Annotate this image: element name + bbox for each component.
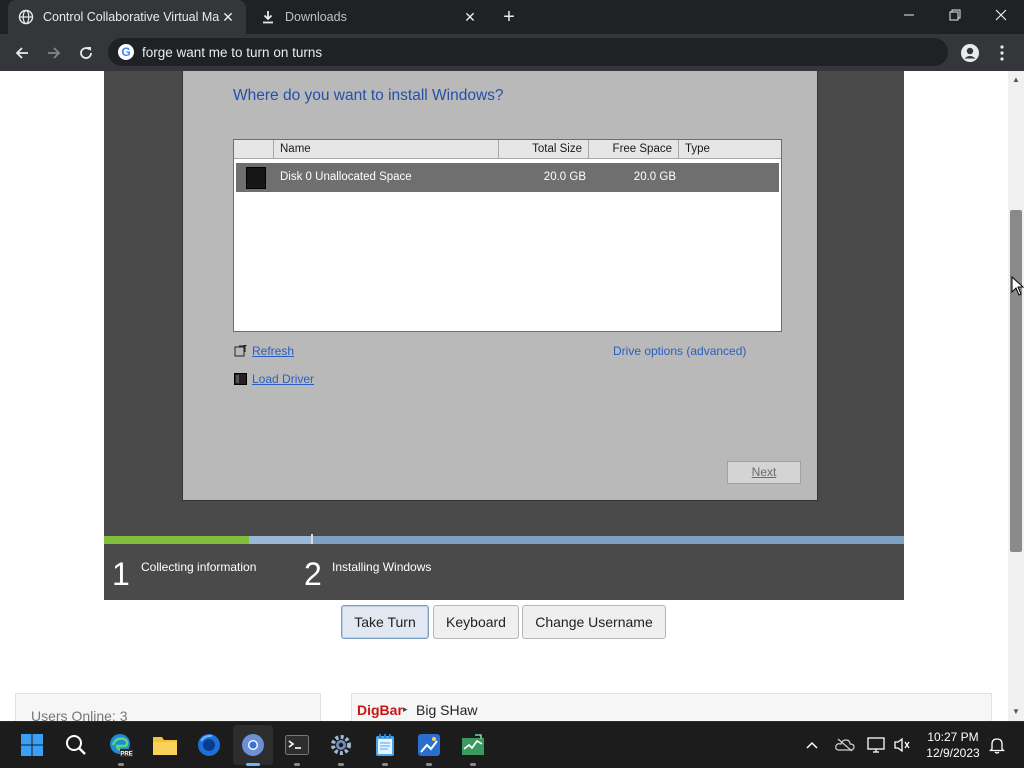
close-tab-icon[interactable]: ✕ — [220, 9, 236, 25]
forward-button[interactable] — [40, 39, 68, 67]
start-icon[interactable] — [19, 732, 45, 758]
setup-heading: Where do you want to install Windows? — [233, 87, 504, 104]
notepad-icon[interactable] — [372, 732, 398, 758]
next-button[interactable]: Next — [727, 461, 801, 484]
task-manager-icon[interactable] — [460, 732, 486, 758]
page-viewport: Where do you want to install Windows? Na… — [0, 71, 1008, 721]
address-text: forge want me to turn on turns — [142, 44, 323, 60]
refresh-icon — [234, 345, 247, 357]
name-column-header[interactable]: Name — [274, 140, 499, 159]
firefox-icon[interactable] — [196, 732, 222, 758]
change-username-button[interactable]: Change Username — [522, 605, 666, 639]
load-driver-icon — [234, 373, 247, 385]
next-label: Next — [751, 465, 777, 479]
new-tab-button[interactable]: + — [497, 5, 521, 29]
paint-icon[interactable] — [416, 732, 442, 758]
keyboard-button[interactable]: Keyboard — [433, 605, 519, 639]
scroll-up-icon[interactable]: ▲ — [1012, 75, 1020, 84]
clock-date: 12/9/2023 — [926, 746, 980, 760]
network-icon[interactable] — [866, 735, 886, 755]
settings-running-indicator — [338, 763, 344, 766]
browser-toolbar: G forge want me to turn on turns — [0, 34, 1024, 71]
setup-steps: 1 Collecting information 2 Installing Wi… — [104, 544, 904, 600]
disk-list-header: Name Total Size Free Space Type — [234, 140, 781, 159]
scrollbar-thumb[interactable] — [1010, 210, 1022, 552]
free-space-column-header[interactable]: Free Space — [589, 140, 679, 159]
globe-icon — [18, 9, 34, 25]
search-icon[interactable] — [63, 732, 89, 758]
total-size-column-header[interactable]: Total Size — [499, 140, 589, 159]
notepad-running-indicator — [382, 763, 388, 766]
chrome-running-indicator — [246, 763, 260, 766]
windows-taskbar: PRE 10:27 PM 12/9/2023 — [0, 721, 1024, 768]
disk-name: Disk 0 Unallocated Space — [280, 171, 412, 183]
type-column-header[interactable]: Type — [679, 140, 781, 159]
task-manager-running-indicator — [470, 763, 476, 766]
clock-time: 10:27 PM — [927, 730, 979, 744]
chevron-up-icon[interactable] — [802, 735, 822, 755]
address-bar[interactable]: G forge want me to turn on turns — [108, 38, 948, 66]
back-button[interactable] — [8, 39, 36, 67]
settings-icon[interactable] — [328, 732, 354, 758]
browser-tab-bar: Control Collaborative Virtual Ma ✕ Downl… — [0, 0, 1024, 34]
menu-icon[interactable] — [988, 39, 1016, 67]
mouse-cursor-icon — [1011, 276, 1024, 296]
progress-segment — [249, 536, 311, 544]
paint-running-indicator — [426, 763, 432, 766]
disk-free-space: 20.0 GB — [633, 171, 676, 183]
take-turn-button[interactable]: Take Turn — [341, 605, 429, 639]
chat-username: Big SHaw — [416, 702, 478, 718]
restore-button[interactable] — [932, 0, 978, 30]
profile-icon[interactable] — [956, 39, 984, 67]
edge-preview-icon[interactable]: PRE — [108, 732, 134, 758]
terminal-icon[interactable] — [284, 732, 310, 758]
refresh-link[interactable]: Refresh — [252, 344, 294, 358]
volume-muted-icon[interactable] — [892, 735, 912, 755]
chat-arrow-icon: ▸ — [403, 704, 408, 714]
users-online-count: Users Online: 3 — [31, 708, 128, 721]
hard-disk-icon — [246, 167, 266, 189]
icon-column-header — [234, 140, 274, 159]
users-online-panel: Users Online: 3 — [15, 693, 321, 721]
file-explorer-icon[interactable] — [152, 732, 178, 758]
tab-control-collaborative[interactable]: Control Collaborative Virtual Ma ✕ — [8, 0, 246, 34]
taskbar-clock[interactable]: 10:27 PM 12/9/2023 — [918, 729, 988, 761]
tab-title: Downloads — [285, 10, 347, 24]
load-driver-link[interactable]: Load Driver — [252, 372, 314, 386]
disk-list: Name Total Size Free Space Type Disk 0 U… — [233, 139, 782, 332]
chat-brand: DigBar — [357, 702, 403, 718]
reload-button[interactable] — [72, 39, 100, 67]
edge-badge: PRE — [120, 752, 132, 758]
disk-row[interactable]: Disk 0 Unallocated Space 20.0 GB 20.0 GB — [236, 163, 779, 192]
drive-options-link[interactable]: Drive options (advanced) — [613, 344, 746, 358]
google-icon: G — [118, 44, 134, 60]
edge-running-indicator — [118, 763, 124, 766]
step-2-number: 2 — [304, 556, 322, 592]
tab-downloads[interactable]: Downloads ✕ — [250, 0, 488, 34]
close-window-button[interactable] — [978, 0, 1024, 30]
page-scrollbar[interactable]: ▲ ▼ — [1008, 71, 1024, 721]
close-tab-icon[interactable]: ✕ — [462, 9, 478, 25]
onedrive-offline-icon[interactable] — [835, 735, 855, 755]
windows-setup-dialog: Where do you want to install Windows? Na… — [182, 71, 818, 501]
step-2-label: Installing Windows — [332, 560, 432, 574]
terminal-running-indicator — [294, 763, 300, 766]
setup-progress-bar — [104, 534, 904, 546]
notification-bell-icon[interactable] — [987, 735, 1007, 755]
chat-panel: DigBar ▸ Big SHaw — [351, 693, 992, 721]
disk-total-size: 20.0 GB — [543, 171, 586, 183]
step-1-number: 1 — [112, 556, 130, 592]
step-1-label: Collecting information — [141, 560, 257, 574]
progress-fill — [104, 536, 249, 544]
vm-screen[interactable]: Where do you want to install Windows? Na… — [104, 71, 904, 600]
scroll-down-icon[interactable]: ▼ — [1012, 707, 1020, 716]
download-icon — [260, 9, 276, 25]
tab-title: Control Collaborative Virtual Ma — [43, 10, 220, 24]
chrome-icon[interactable] — [240, 732, 266, 758]
minimize-button[interactable] — [886, 0, 932, 30]
